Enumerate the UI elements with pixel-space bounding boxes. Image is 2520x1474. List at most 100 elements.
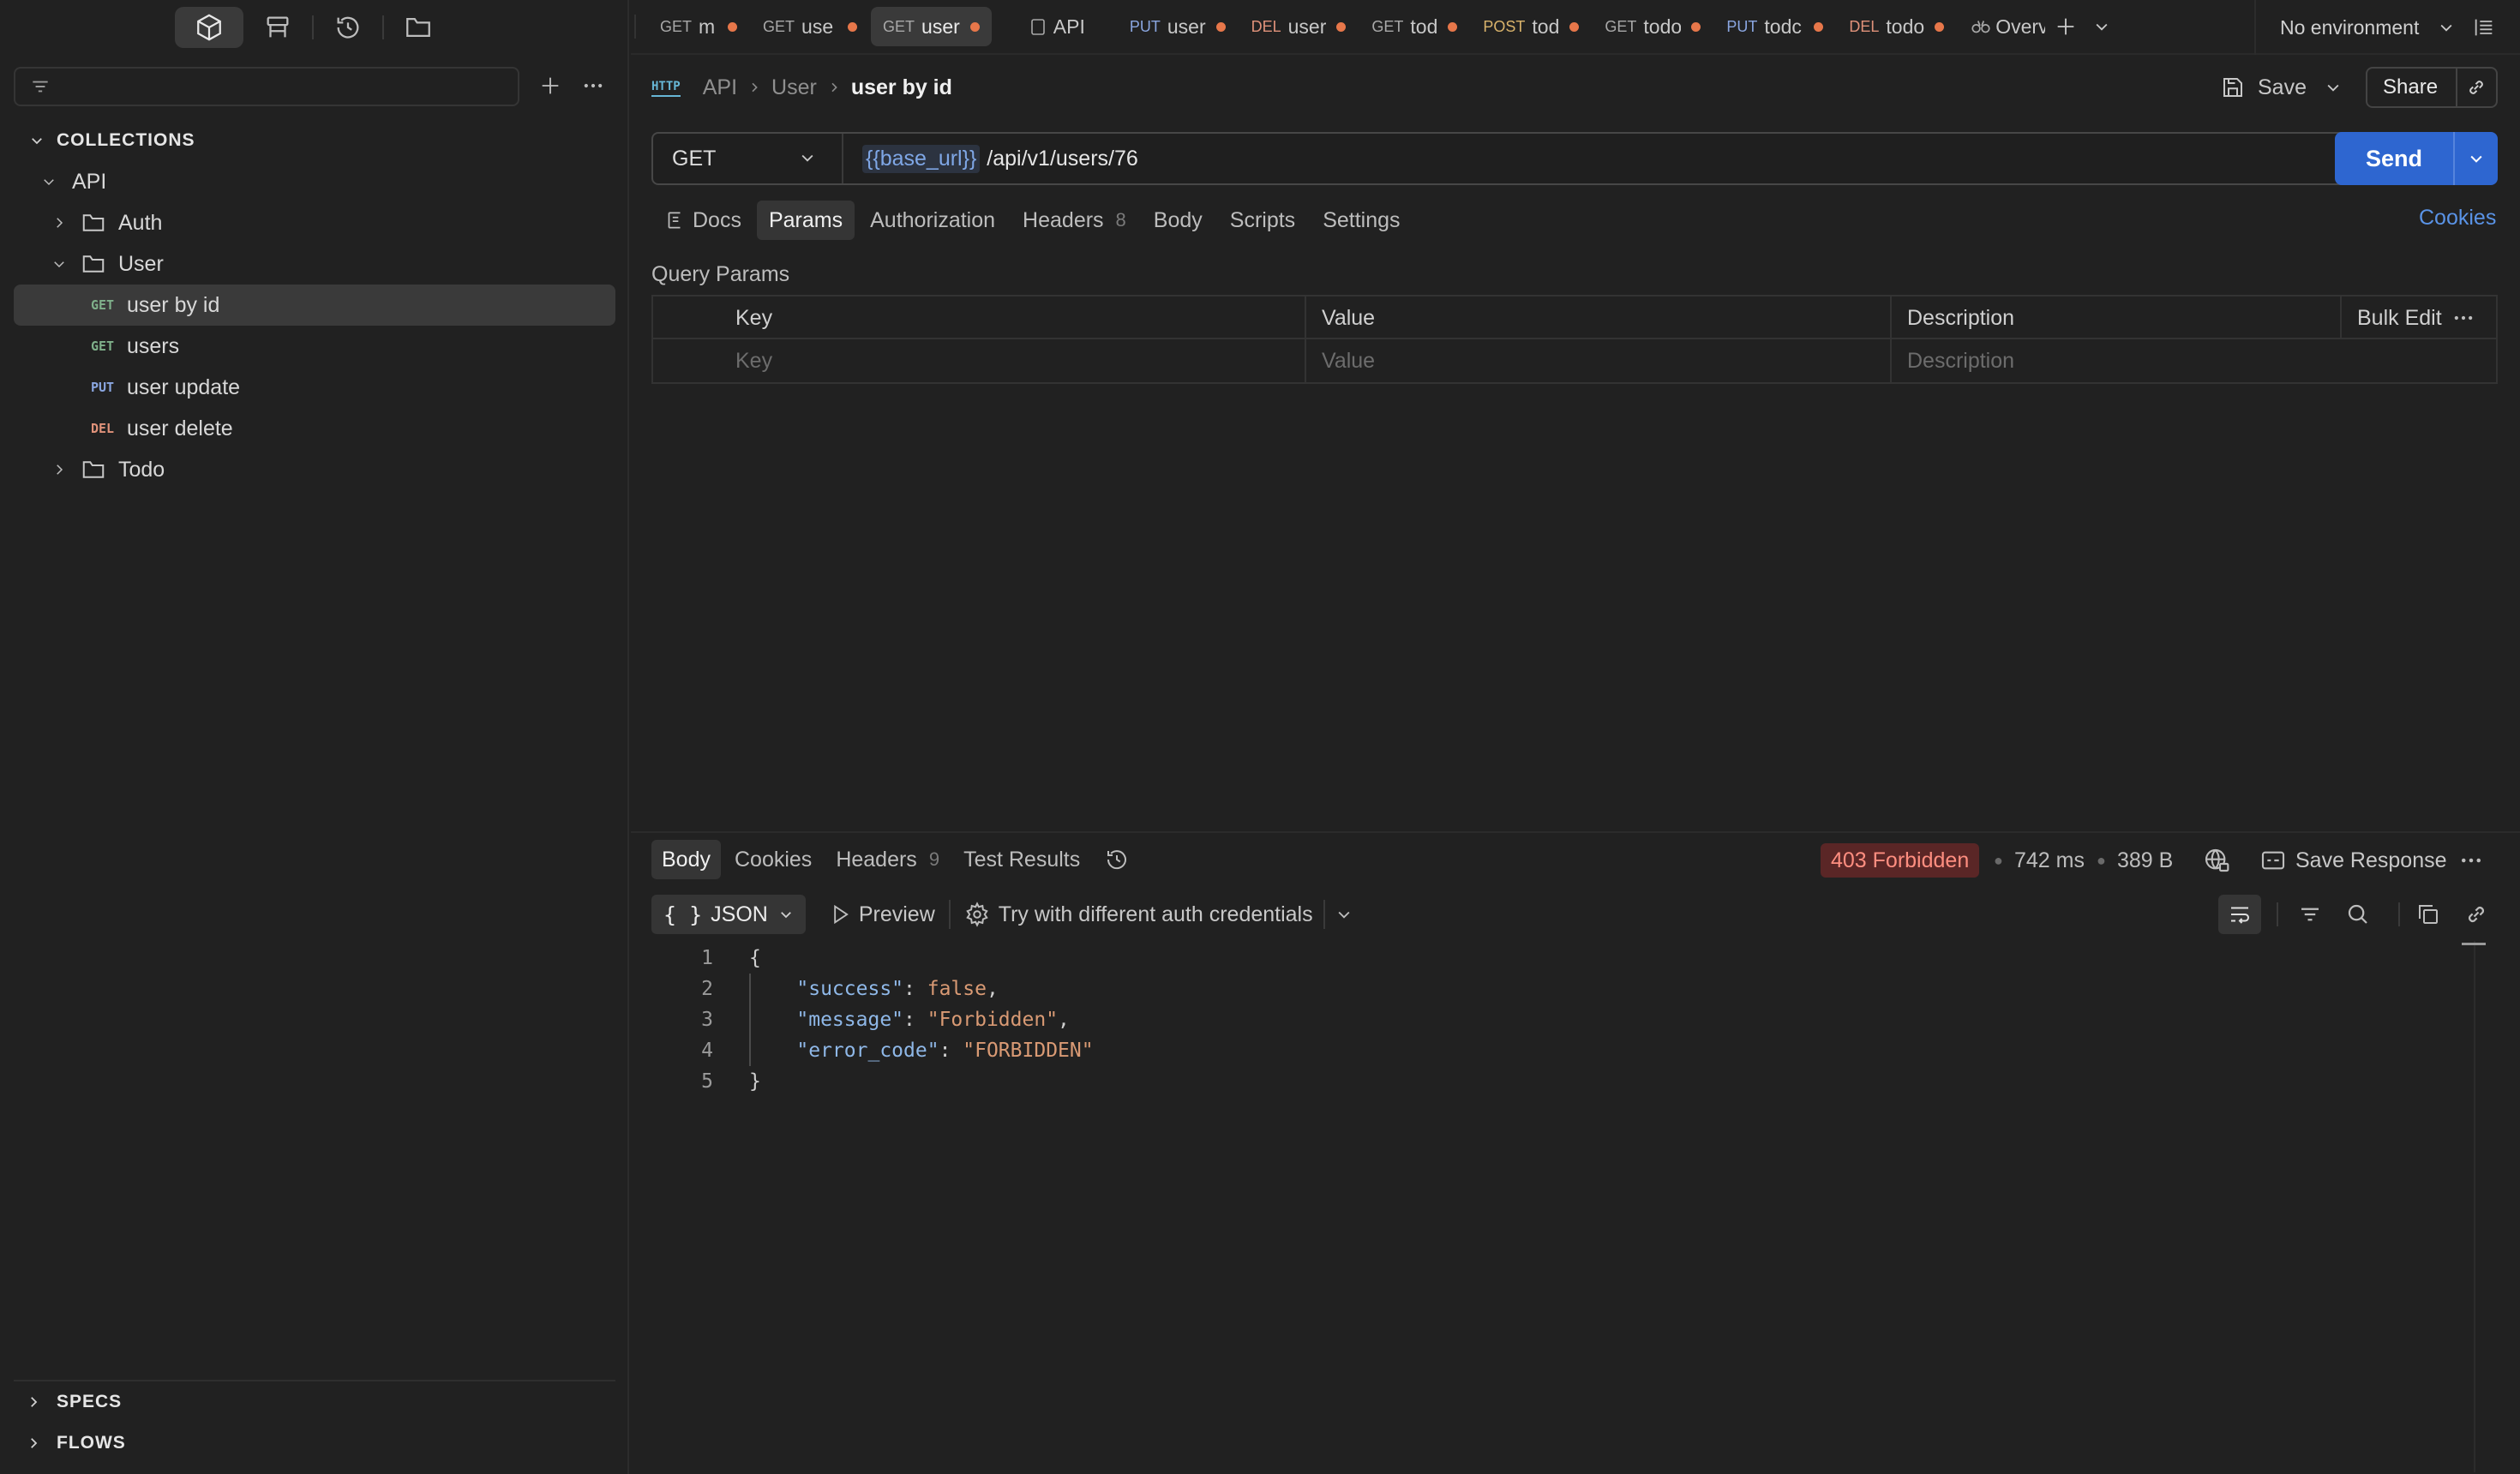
tab-scripts[interactable]: Scripts (1218, 201, 1307, 240)
format-select[interactable]: { } JSON (651, 895, 806, 934)
environment-selector[interactable]: No environment (2254, 0, 2477, 55)
send-button[interactable]: Send (2335, 132, 2455, 185)
collection-icon (1030, 19, 1045, 35)
response-headers-count: 9 (928, 848, 940, 870)
specs-section-header[interactable]: SPECS (14, 1381, 615, 1423)
send-options-dropdown[interactable] (2455, 150, 2498, 167)
tree-item-label: Todo (118, 457, 165, 482)
column-divider (2340, 297, 2342, 339)
param-description-input[interactable]: Description (1893, 339, 2014, 382)
code-line: 1 { (651, 943, 2477, 974)
scrollbar-thumb[interactable] (2462, 943, 2486, 945)
copy-response-button[interactable] (2415, 895, 2441, 934)
method-select[interactable]: GET (653, 134, 843, 183)
tree-request-users[interactable]: GET users (14, 326, 615, 367)
page-title[interactable]: user by id (851, 75, 952, 100)
save-response-button[interactable]: Save Response (2259, 843, 2447, 878)
tab-get-todo[interactable]: GET todo (1593, 7, 1713, 46)
tab-put-todc[interactable]: PUT todc (1714, 7, 1835, 46)
tab-headers[interactable]: Headers 8 (1011, 201, 1138, 240)
cookies-link[interactable]: Cookies (2419, 206, 2496, 231)
environments-tool-button[interactable] (243, 7, 312, 48)
bulk-edit-button[interactable]: Bulk Edit (2343, 297, 2442, 339)
tab-params[interactable]: Params (756, 201, 855, 240)
filter-response-button[interactable] (2297, 895, 2323, 934)
collections-tool-button[interactable] (175, 7, 243, 48)
tab-get-user-active[interactable]: GET user (871, 7, 992, 46)
tab-docs[interactable]: Docs (651, 201, 753, 240)
tab-authorization[interactable]: Authorization (858, 201, 1007, 240)
chevron-down-icon (801, 154, 813, 162)
sidebar-more-button[interactable] (576, 69, 610, 103)
param-key-input[interactable]: Key (722, 339, 772, 382)
tab-put-user[interactable]: PUT user (1118, 7, 1238, 46)
tab-get-m[interactable]: GET m (648, 7, 749, 46)
auth-hint-dropdown[interactable] (1335, 906, 1353, 923)
tab-settings[interactable]: Settings (1311, 201, 1412, 240)
tab-api-collection[interactable]: API (1016, 7, 1097, 46)
response-size[interactable]: 389 B (2117, 843, 2173, 878)
table-more-button[interactable] (2451, 297, 2475, 339)
tab-get-tod[interactable]: GET tod (1359, 7, 1469, 46)
save-button[interactable]: Save (2220, 69, 2307, 106)
tree-item-auth-folder[interactable]: Auth (14, 202, 615, 243)
flows-section-header[interactable]: FLOWS (14, 1423, 615, 1464)
tab-list-dropdown[interactable] (2085, 8, 2119, 45)
tree-item-todo-folder[interactable]: Todo (14, 449, 615, 490)
param-value-input[interactable]: Value (1308, 339, 1375, 382)
response-more-button[interactable] (2458, 843, 2484, 878)
save-options-dropdown[interactable] (2319, 74, 2347, 101)
right-panel-toggle[interactable] (2469, 12, 2499, 43)
tree-item-user-folder[interactable]: User (14, 243, 615, 285)
tree-item-api[interactable]: API (14, 161, 615, 202)
breadcrumb-item-user[interactable]: User (771, 75, 817, 100)
flows-label: FLOWS (57, 1433, 126, 1453)
history-tool-button[interactable] (314, 7, 382, 48)
tab-response-cookies[interactable]: Cookies (724, 840, 822, 879)
tab-label: Body (1153, 207, 1203, 232)
tab-get-use[interactable]: GET use (751, 7, 869, 46)
chevron-right-icon (26, 1435, 48, 1451)
response-body-viewer[interactable]: 1 { 2 "success": false, 3 "message": "Fo… (651, 943, 2477, 1097)
method-badge: DEL (91, 421, 115, 436)
response-divider[interactable] (631, 831, 2520, 833)
tab-del-user[interactable]: DEL user (1239, 7, 1359, 46)
unsaved-dot (1569, 21, 1580, 32)
status-badge[interactable]: 403 Forbidden (1821, 843, 1980, 878)
response-history-button[interactable] (1094, 840, 1140, 879)
network-info-button[interactable] (2203, 843, 2230, 878)
tree-request-user-update[interactable]: PUT user update (14, 367, 615, 408)
tab-name: use (801, 15, 834, 38)
folder-icon (81, 457, 106, 482)
new-tab-button[interactable] (2047, 8, 2085, 45)
tab-test-results[interactable]: Test Results (953, 840, 1090, 879)
share-button[interactable]: Share (2367, 69, 2457, 106)
sidebar-filter-input[interactable] (14, 67, 519, 106)
app-window: COLLECTIONS API Auth User GET user by id (0, 0, 2520, 1474)
tree-request-user-by-id[interactable]: GET user by id (14, 285, 615, 326)
link-response-button[interactable] (2463, 895, 2489, 934)
url-input[interactable]: {{base_url}} /api/v1/users/76 (843, 144, 1138, 173)
auth-hint-button[interactable]: Try with different auth credentials (964, 902, 1313, 927)
tab-del-todo[interactable]: DEL todo (1837, 7, 1956, 46)
preview-button[interactable]: Preview (828, 902, 935, 927)
tab-method: PUT (1129, 17, 1161, 35)
copy-icon (2419, 905, 2438, 924)
tab-response-headers[interactable]: Headers 9 (825, 840, 950, 879)
copy-link-button[interactable] (2457, 76, 2496, 99)
tab-label: Headers (1023, 207, 1104, 232)
new-collection-button[interactable] (533, 69, 567, 103)
wrap-lines-button[interactable] (2218, 895, 2261, 934)
search-response-button[interactable] (2345, 895, 2371, 934)
tab-post-tod[interactable]: POST tod (1471, 7, 1591, 46)
tab-overview[interactable]: Overv (1958, 7, 2045, 46)
files-tool-button[interactable] (384, 7, 453, 48)
collections-section-header[interactable]: COLLECTIONS (14, 120, 615, 161)
response-time[interactable]: 742 ms (2014, 843, 2085, 878)
tree-request-user-delete[interactable]: DEL user delete (14, 408, 615, 449)
breadcrumb-item-api[interactable]: API (703, 75, 737, 100)
tab-response-body[interactable]: Body (651, 840, 721, 879)
scrollbar-track[interactable] (2474, 941, 2475, 1472)
code-line: 5 } (651, 1066, 2477, 1097)
tab-body[interactable]: Body (1142, 201, 1215, 240)
